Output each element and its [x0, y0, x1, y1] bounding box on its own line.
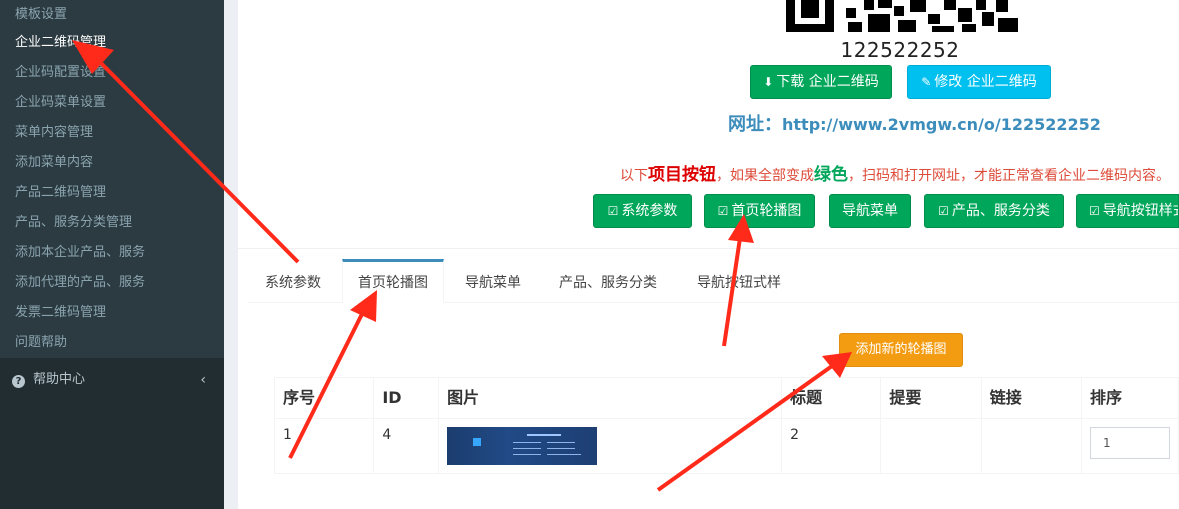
banner-thumbnail: [447, 427, 598, 465]
main-content: 122522252 ⬇ 下载 企业二维码 ✎ 修改 企业二维码 网址：http://…: [238, 0, 1179, 509]
cell-title: 2: [781, 418, 882, 474]
notice-prefix: 以下: [620, 168, 648, 184]
column-header-sort: 排序: [1080, 377, 1179, 419]
sidebar-submenu: 模板设置 企业二维码管理 企业码配置设置 企业码菜单设置 菜单内容管理 添加菜单…: [0, 0, 224, 358]
checkbox-checked-icon: ☑: [717, 204, 729, 218]
edit-qr-label: 修改 企业二维码: [934, 74, 1037, 90]
column-header-index: 序号: [273, 377, 375, 419]
project-button-label: 导航菜单: [842, 203, 898, 219]
url-line: 网址：http://www.2vmgw.cn/o/122522252: [728, 110, 1128, 136]
table-row: 1 4 2: [273, 418, 1179, 474]
sidebar-item-enterprise-code-config[interactable]: 企业码配置设置: [0, 58, 224, 88]
column-header-image: 图片: [438, 377, 783, 419]
sort-input[interactable]: [1089, 427, 1170, 459]
edit-qr-button[interactable]: ✎ 修改 企业二维码: [907, 65, 1051, 99]
edit-icon: ✎: [921, 75, 932, 89]
project-button-nav-menu[interactable]: 导航菜单: [829, 194, 911, 228]
project-button-system-params[interactable]: ☑ 系统参数: [593, 194, 692, 228]
project-button-label: 系统参数: [621, 203, 678, 219]
sidebar-item-template-settings[interactable]: 模板设置: [0, 0, 224, 30]
sidebar-item-faq[interactable]: 问题帮助: [0, 328, 224, 358]
tab-bar: 系统参数 首页轮播图 导航菜单 产品、服务分类 导航按钮式样: [248, 259, 1179, 303]
section-divider: [238, 248, 1179, 249]
cell-image: [438, 418, 783, 474]
table-header-row: 序号 ID 图片 标题 提要 链接 排序: [273, 377, 1179, 419]
url-label: 网址：: [728, 114, 782, 135]
project-button-label: 首页轮播图: [731, 203, 802, 219]
notice-suffix: ，扫码和打开网址，才能正常查看企业二维码内容。: [848, 168, 1170, 184]
cell-summary: [880, 418, 982, 474]
column-header-id: ID: [373, 377, 440, 419]
download-qr-button[interactable]: ⬇ 下载 企业二维码: [750, 65, 892, 99]
sidebar-item-enterprise-qr-management[interactable]: 企业二维码管理: [0, 28, 224, 58]
column-header-summary: 提要: [880, 377, 982, 419]
question-circle-icon: ?: [12, 375, 25, 388]
add-carousel-button[interactable]: 添加新的轮播图: [839, 333, 963, 367]
notice-highlight: 项目按钮: [648, 165, 716, 185]
carousel-table: 序号 ID 图片 标题 提要 链接 排序 1 4 2: [273, 377, 1179, 474]
project-button-nav-button-style[interactable]: ☑ 导航按钮样式: [1076, 194, 1179, 228]
sidebar-item-add-agent-product[interactable]: 添加代理的产品、服务: [0, 268, 224, 298]
sidebar-item-invoice-qr-management[interactable]: 发票二维码管理: [0, 298, 224, 328]
cell-id: 4: [373, 418, 440, 474]
sidebar-item-add-own-product[interactable]: 添加本企业产品、服务: [0, 238, 224, 268]
checkbox-checked-icon: ☑: [607, 204, 619, 218]
download-qr-label: 下载 企业二维码: [776, 74, 879, 90]
project-button-label: 产品、服务分类: [951, 203, 1050, 219]
sidebar: 模板设置 企业二维码管理 企业码配置设置 企业码菜单设置 菜单内容管理 添加菜单…: [0, 0, 224, 509]
sidebar-item-menu-content-management[interactable]: 菜单内容管理: [0, 118, 224, 148]
cell-sort: [1080, 418, 1179, 474]
chevron-left-icon: ‹: [200, 372, 206, 388]
sidebar-item-product-qr-management[interactable]: 产品二维码管理: [0, 178, 224, 208]
download-icon: ⬇: [763, 75, 774, 89]
help-center-label: 帮助中心: [33, 372, 86, 387]
tab-system-params[interactable]: 系统参数: [248, 259, 338, 303]
sidebar-item-enterprise-code-menu[interactable]: 企业码菜单设置: [0, 88, 224, 118]
project-notice: 以下项目按钮，如果全部变成绿色，扫码和打开网址，才能正常查看企业二维码内容。: [620, 160, 1179, 185]
notice-middle: ，如果全部变成: [716, 168, 814, 184]
qr-code-image: [786, 0, 1018, 32]
tab-product-categories[interactable]: 产品、服务分类: [548, 259, 668, 303]
column-header-link: 链接: [980, 377, 1082, 419]
qr-number: 122522252: [840, 38, 960, 62]
column-header-title: 标题: [781, 377, 882, 419]
sidebar-help-center[interactable]: ? 帮助中心 ‹: [0, 365, 224, 395]
notice-green-word: 绿色: [814, 165, 848, 185]
checkbox-checked-icon: ☑: [1089, 204, 1100, 218]
tab-nav-menu[interactable]: 导航菜单: [448, 259, 538, 303]
sidebar-item-product-category-management[interactable]: 产品、服务分类管理: [0, 208, 224, 238]
sidebar-item-add-menu-content[interactable]: 添加菜单内容: [0, 148, 224, 178]
tab-nav-button-style[interactable]: 导航按钮式样: [684, 259, 794, 303]
project-button-home-carousel[interactable]: ☑ 首页轮播图: [704, 194, 815, 228]
cell-index: 1: [273, 418, 375, 474]
tab-home-carousel[interactable]: 首页轮播图: [342, 259, 444, 303]
checkbox-checked-icon: ☑: [938, 204, 949, 218]
cell-link: [980, 418, 1082, 474]
project-button-label: 导航按钮样式: [1102, 203, 1179, 219]
url-link[interactable]: http://www.2vmgw.cn/o/122522252: [782, 115, 1101, 134]
project-button-product-categories[interactable]: ☑ 产品、服务分类: [924, 194, 1064, 228]
